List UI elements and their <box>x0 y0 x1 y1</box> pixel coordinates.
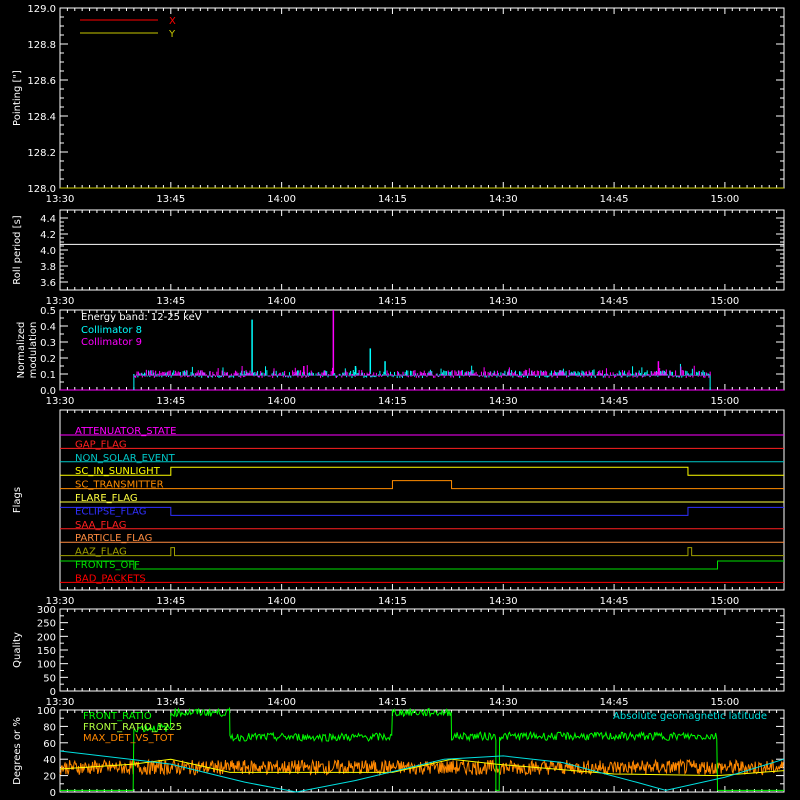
panel-0-time-label: 14:45 <box>600 194 629 205</box>
panel-1-time-label: 14:45 <box>600 296 629 307</box>
panel-4-time-label: 15:00 <box>710 697 739 708</box>
panel-1-ytick-label: 4.0 <box>40 246 56 257</box>
panel-3-time-label: 14:00 <box>267 596 296 607</box>
panel-3-frame <box>59 409 785 591</box>
panel-0-ytick-label: 128.4 <box>27 112 56 123</box>
panel-2-ytick-label: 0.4 <box>40 322 56 333</box>
panel-0-time-label: 13:30 <box>46 194 75 205</box>
chart-stage: 13:30 13:45 14:00 14:15 14:30 14:45 15:00 13:30… <box>12 4 785 799</box>
panel-4-ytick-label: 0 <box>50 687 56 698</box>
panel-4-ylabel: Quality <box>12 632 23 668</box>
panel-5-ytick-label: 100 <box>37 706 56 717</box>
panel-4-ytick-label: 300 <box>37 605 56 616</box>
panel-2-ylabel: Normalized <box>16 322 27 379</box>
panel-1-ytick-label: 4.2 <box>40 230 56 241</box>
panel-0-ytick-label: 128.8 <box>27 40 56 51</box>
panel-3-ylabel: Flags <box>12 487 23 513</box>
panel-0-ytick-label: 129.0 <box>27 4 56 15</box>
flag-trace-sc-transmitter <box>60 480 784 490</box>
panel-2-time-label: 15:00 <box>710 396 739 407</box>
panel-4-time-label: 14:15 <box>378 697 407 708</box>
panel-1-ytick-label: 3.8 <box>40 262 56 273</box>
panel-4-time-label: 13:45 <box>156 697 185 708</box>
panel-4-ytick-label: 100 <box>37 660 56 671</box>
panel-1-time-label: 14:00 <box>267 296 296 307</box>
panel-1-ytick-label: 3.6 <box>40 278 56 289</box>
degrees-legend-0: FRONT_RATIO <box>83 711 152 722</box>
panel-3-time-label: 15:00 <box>710 596 739 607</box>
legend-label-y: Y <box>168 29 176 40</box>
panel-5-ytick-label: 20 <box>43 772 56 783</box>
flag-trace-eclipse-flag <box>60 506 784 516</box>
panel-5-ylabel: Degrees or % <box>12 717 23 785</box>
panel-4-ytick-label: 50 <box>43 673 56 684</box>
legend-label-x: X <box>169 16 176 27</box>
panel-1-time-label: 14:30 <box>489 296 518 307</box>
modulation-series-9 <box>133 310 711 378</box>
panel-4-ytick-label: 200 <box>37 632 56 643</box>
panel-2-time-label: 14:30 <box>489 396 518 407</box>
panel-2-time-label: 14:15 <box>378 396 407 407</box>
panel-0-ytick-label: 128.0 <box>27 184 56 195</box>
panel-4-ytick-label: 150 <box>37 646 56 657</box>
panel-3-time-label: 14:15 <box>378 596 407 607</box>
panel-1-time-label: 15:00 <box>710 296 739 307</box>
panel-0-time-label: 14:15 <box>378 194 407 205</box>
panel-1-ylabel: Roll period [s] <box>12 215 23 284</box>
max-det-vs-tot-series <box>59 758 784 777</box>
panel-1-time-label: 14:15 <box>378 296 407 307</box>
panel-4-time-label: 14:00 <box>267 697 296 708</box>
modulation-series-8 <box>133 319 711 378</box>
panel-3-time-label: 14:45 <box>600 596 629 607</box>
flag-label-eclipse-flag: ECLIPSE_FLAG <box>75 506 146 517</box>
panel-0-ytick-label: 128.2 <box>27 148 56 159</box>
flag-label-fronts-off: FRONTS_OFF <box>75 560 140 571</box>
modulation-legend-9: Collimator 9 <box>81 337 142 348</box>
panel-0-time-label: 14:30 <box>489 194 518 205</box>
panel-2-time-label: 13:30 <box>46 396 75 407</box>
panel-2-ylabel: modulation <box>28 322 39 379</box>
panel-3-time-label: 13:45 <box>156 596 185 607</box>
panel-2-ytick-label: 0.3 <box>40 338 56 349</box>
flag-trace-aaz-flag <box>60 547 784 557</box>
panel-4-time-label: 14:45 <box>600 697 629 708</box>
panel-2-time-label: 14:00 <box>267 396 296 407</box>
panel-5-ytick-label: 40 <box>43 755 56 766</box>
panel-3-time-label: 14:30 <box>489 596 518 607</box>
panel-5-ytick-label: 0 <box>50 788 56 799</box>
energy-band-label: Energy band: 12-25 keV <box>81 312 202 323</box>
panel-0-time-label: 15:00 <box>710 194 739 205</box>
panel-2-ytick-label: 0.1 <box>40 370 56 381</box>
degrees-legend-1: FRONT_RATIO_1225 <box>83 722 182 733</box>
panel-1-time-label: 13:45 <box>156 296 185 307</box>
panel-0-ylabel: Pointing ["] <box>12 70 23 126</box>
panel-2-ytick-label: 0.2 <box>40 354 56 365</box>
panel-4-ytick-label: 250 <box>37 619 56 630</box>
flag-trace-sc-in-sunlight <box>60 466 784 476</box>
panel-1-frame <box>59 209 785 291</box>
panel-2-ytick-label: 0.5 <box>40 306 56 317</box>
panel-2-ytick-label: 0.0 <box>40 386 56 397</box>
panel-4-frame <box>59 608 785 692</box>
panel-2-time-label: 14:45 <box>600 396 629 407</box>
panel-1-ytick-label: 4.4 <box>40 214 56 225</box>
panel-5-ytick-label: 80 <box>43 722 56 733</box>
flag-trace-fronts-off <box>60 560 784 570</box>
modulation-legend-8: Collimator 8 <box>81 325 142 336</box>
panel-0-time-label: 14:00 <box>267 194 296 205</box>
geomagnetic-latitude-label: Absolute geomagnetic latitude <box>613 711 767 722</box>
panel-2-time-label: 13:45 <box>156 396 185 407</box>
panel-0-time-label: 13:45 <box>156 194 185 205</box>
degrees-legend-2: MAX_DET_VS_TOT <box>83 733 175 744</box>
panel-5-ytick-label: 60 <box>43 739 56 750</box>
panel-0-ytick-label: 128.6 <box>27 76 56 87</box>
panel-4-time-label: 14:30 <box>489 697 518 708</box>
